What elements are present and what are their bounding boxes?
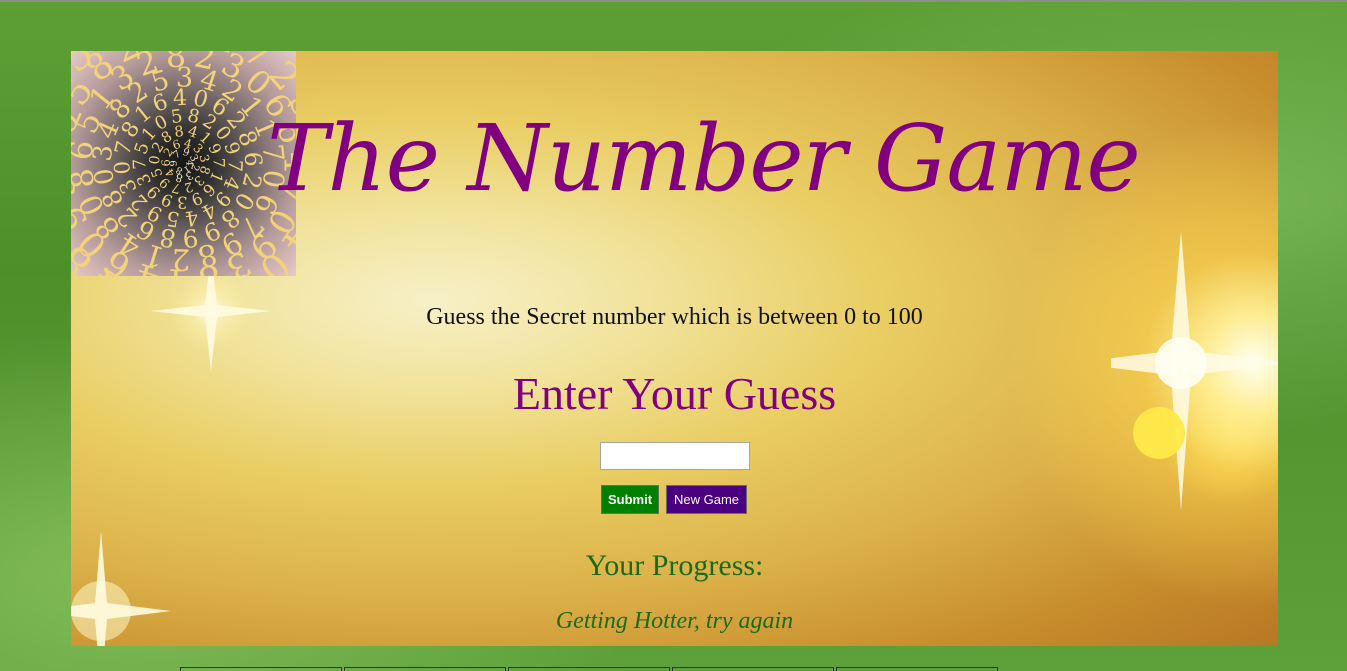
game-panel: 4189793238462643383279502884197169399375…	[71, 51, 1278, 646]
instruction-text: Guess the Secret number which is between…	[426, 304, 923, 330]
submit-button[interactable]: Submit	[601, 485, 659, 514]
sparkle-left-icon	[151, 251, 271, 371]
number-spiral-icon: 41897932384626 4338327950288 4197169399375…	[71, 51, 296, 276]
bottom-tab[interactable]	[180, 667, 342, 671]
new-game-button[interactable]: New Game	[666, 485, 747, 514]
bottom-tab[interactable]	[672, 667, 834, 671]
guess-input[interactable]	[600, 442, 750, 470]
progress-heading: Your Progress:	[585, 549, 764, 582]
logo-digit: 4	[167, 260, 191, 276]
window-top-border	[0, 0, 1347, 2]
progress-status: Getting Hotter, try again	[555, 608, 794, 634]
logo-digit: 5	[71, 142, 80, 167]
enter-guess-heading: Enter Your Guess	[512, 368, 837, 419]
bottom-tab[interactable]	[344, 667, 506, 671]
page-title: The Number Game	[267, 105, 1141, 212]
bottom-tab[interactable]	[508, 667, 670, 671]
bottom-tab-strip	[180, 667, 1000, 671]
number-spiral-logo: 4189793238462643383279502884197169399375…	[71, 51, 296, 276]
bottom-tab[interactable]	[836, 667, 998, 671]
